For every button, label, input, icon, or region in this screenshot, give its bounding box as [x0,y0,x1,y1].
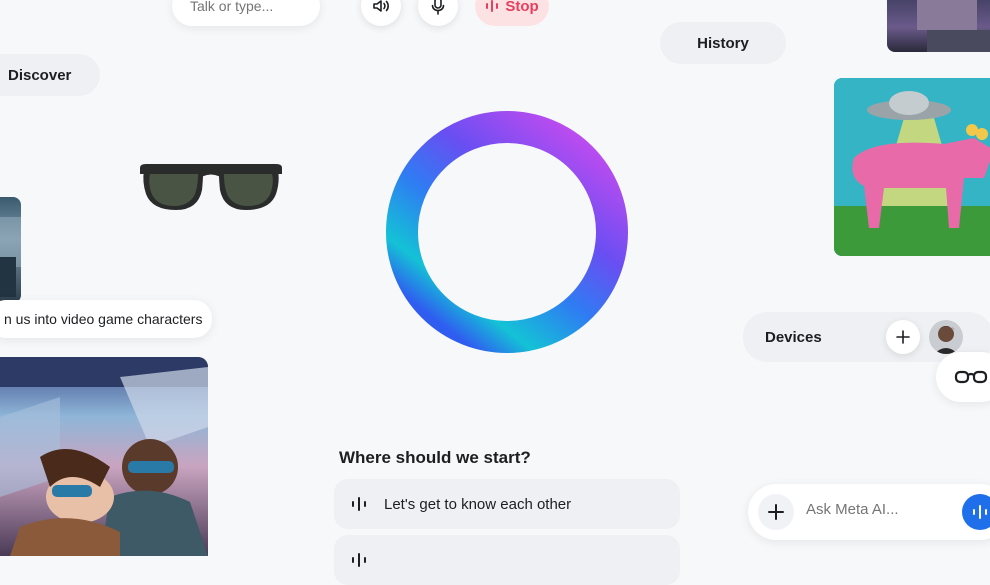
glasses-icon [954,370,988,384]
mic-button[interactable] [418,0,458,26]
prompt-heading: Where should we start? [339,448,531,467]
game-character-thumbnail[interactable] [0,197,21,303]
cow-ufo-art [834,78,990,256]
avatar-image [934,326,958,354]
history-button[interactable]: History [660,22,786,64]
add-device-button[interactable] [886,320,920,354]
ask-meta-ai-input[interactable] [804,500,948,519]
speaker-icon [373,0,389,12]
characters-art [0,357,208,556]
stop-label: Stop [505,0,539,15]
waveform-icon [352,497,366,511]
discover-label: Discover [8,66,72,84]
suggestion-chip[interactable] [334,535,680,585]
thumbnail-art [917,0,990,52]
video-game-characters-image[interactable] [0,357,208,556]
discover-button[interactable]: Discover [0,54,100,96]
waveform-icon [352,553,366,567]
top-right-thumbnail[interactable] [887,0,990,52]
history-label: History [697,34,749,52]
plus-icon [896,330,910,344]
cow-ufo-image[interactable] [834,78,990,256]
talk-input-card[interactable] [172,0,320,26]
devices-label: Devices [765,328,822,346]
speaker-button[interactable] [361,0,401,26]
talk-input[interactable] [188,0,312,15]
thumbnail-art [0,217,21,297]
waveform-icon [486,0,499,12]
waveform-icon [973,505,987,519]
voice-button[interactable] [962,494,990,530]
plus-icon [768,504,784,520]
meta-ai-ring [386,111,628,353]
suggestion-chip[interactable]: Let's get to know each other [334,479,680,529]
avatar[interactable] [929,320,963,354]
caption-bubble: n us into video game characters [0,300,212,338]
caption-text: n us into video game characters [4,311,203,327]
mic-icon [431,0,445,15]
stop-button[interactable]: Stop [475,0,549,26]
composer [748,484,990,540]
glasses-device-button[interactable] [936,352,990,402]
sunglasses-image [140,164,282,210]
suggestion-label: Let's get to know each other [384,495,572,513]
composer-add-button[interactable] [758,494,794,530]
